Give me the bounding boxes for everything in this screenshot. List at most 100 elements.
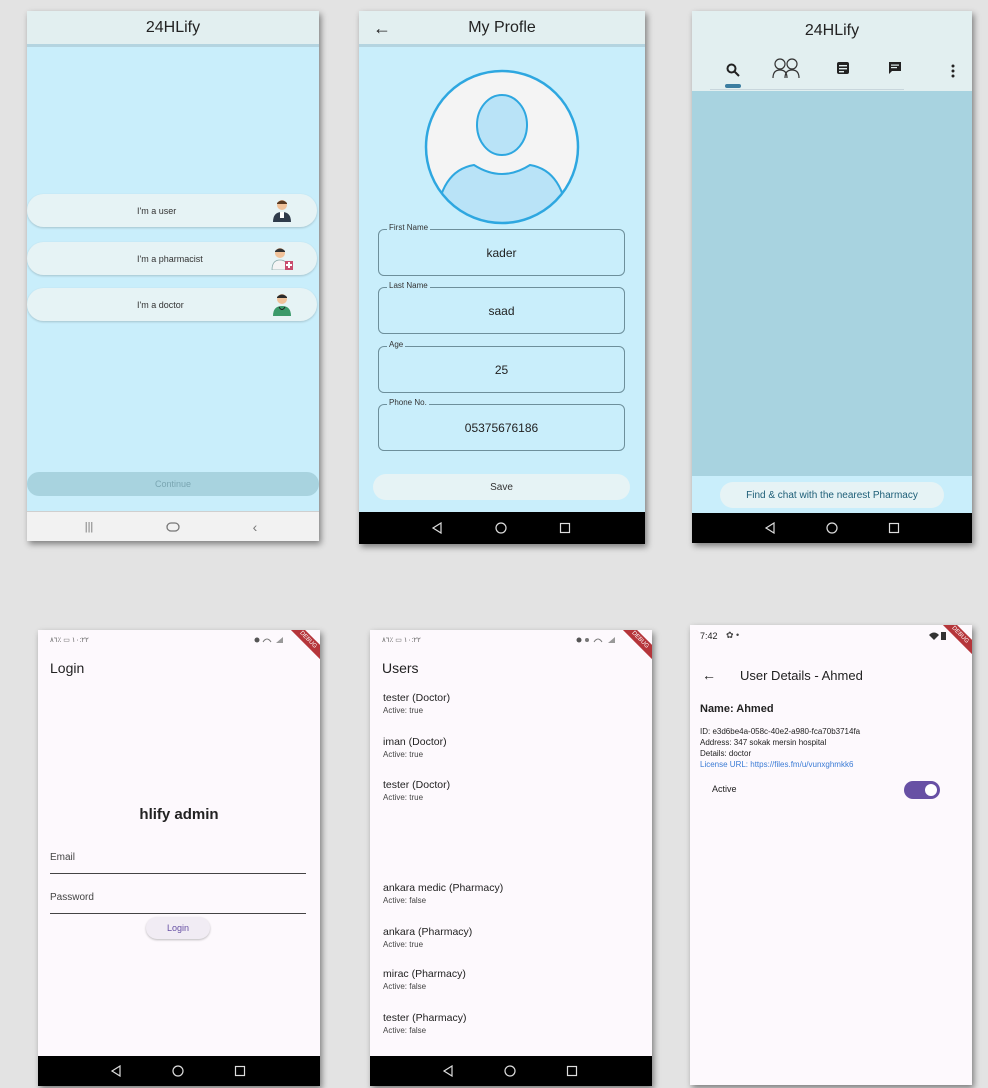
email-field[interactable]: Email — [50, 848, 306, 874]
role-button-pharmacist[interactable]: I'm a pharmacist — [27, 242, 317, 275]
user-name: tester (Doctor) — [383, 779, 451, 791]
profile-screen: ← My Profle First Name kader Last Name s… — [359, 11, 645, 544]
user-status: Active: true — [383, 706, 424, 715]
wifi-battery-icons — [929, 632, 946, 640]
field-value: kader — [486, 246, 517, 260]
field-label: First Name — [387, 223, 431, 232]
user-name: tester (Pharmacy) — [383, 1012, 467, 1024]
pharmacist-avatar-icon — [271, 248, 293, 270]
find-pharmacy-label: Find & chat with the nearest Pharmacy — [746, 489, 918, 501]
back-triangle-icon[interactable] — [764, 522, 776, 534]
user-status: Active: false — [383, 982, 427, 991]
field-value: 05375676186 — [464, 421, 539, 435]
status-time: ١٠:٢٢ ▭ ٪٨٦ — [382, 637, 421, 644]
app-bar: 24HLify — [692, 11, 972, 51]
field-label: Last Name — [387, 281, 430, 290]
user-name: mirac (Pharmacy) — [383, 968, 466, 980]
page-title: User Details - Ahmed — [740, 668, 863, 683]
field-label: Phone No. — [387, 398, 429, 407]
list-item[interactable]: iman (Doctor) Active: true — [383, 736, 447, 759]
role-label: I'm a pharmacist — [137, 253, 203, 264]
list-item[interactable]: mirac (Pharmacy) Active: false — [383, 968, 466, 991]
android-nav-bar — [370, 1056, 652, 1086]
back-triangle-icon[interactable] — [431, 522, 443, 534]
field-value: saad — [488, 304, 515, 318]
back-icon[interactable]: ‹ — [253, 519, 258, 535]
more-vert-icon[interactable] — [951, 64, 955, 78]
list-item[interactable]: ankara (Pharmacy) Active: true — [383, 926, 472, 949]
page-title: Users — [382, 660, 419, 676]
role-selection-screen: 24HLify I'm a user I'm a pharmacist I'm … — [27, 11, 319, 541]
doctors-icon[interactable] — [772, 57, 800, 79]
signal-wifi-icons — [254, 637, 283, 643]
field-value: 25 — [494, 363, 509, 377]
users-list-screen: ١٠:٢٢ ▭ ٪٨٦ DEBUG Users tester (Doctor) … — [370, 630, 652, 1086]
recents-square-icon[interactable] — [559, 522, 571, 534]
home-circle-icon[interactable] — [504, 1065, 516, 1077]
first-name-field[interactable]: First Name kader — [378, 223, 625, 276]
list-item[interactable]: tester (Doctor) Active: true — [383, 692, 450, 715]
continue-label: Continue — [154, 479, 192, 489]
debug-banner: DEBUG — [618, 630, 652, 662]
password-field[interactable]: Password — [50, 888, 306, 914]
search-icon[interactable] — [726, 63, 740, 77]
android-nav-bar — [359, 512, 645, 544]
back-triangle-icon[interactable] — [442, 1065, 454, 1077]
status-time: 7:42 — [700, 631, 718, 641]
user-status: Active: false — [383, 896, 427, 905]
recents-icon[interactable]: ||| — [85, 521, 94, 533]
tab-indicator — [725, 84, 741, 88]
role-button-user[interactable]: I'm a user — [27, 194, 317, 227]
status-bar: 7:42 ✿ • DEBUG — [690, 625, 972, 657]
home-icon[interactable] — [166, 521, 180, 532]
user-status: Active: true — [383, 940, 424, 949]
age-field[interactable]: Age 25 — [378, 340, 625, 393]
save-label: Save — [490, 481, 513, 493]
android-nav-bar — [692, 513, 972, 543]
chat-icon[interactable] — [888, 61, 902, 75]
user-details-screen: 7:42 ✿ • DEBUG ← User Details - Ahmed Na… — [690, 625, 972, 1085]
phone-field[interactable]: Phone No. 05375676186 — [378, 398, 625, 451]
notes-icon[interactable] — [836, 61, 850, 75]
back-arrow-icon[interactable]: ← — [702, 667, 716, 683]
debug-banner: DEBUG — [286, 630, 320, 662]
active-toggle[interactable] — [904, 781, 940, 799]
home-circle-icon[interactable] — [826, 522, 838, 534]
detail-address: Address: 347 sokak mersin hospital — [700, 738, 827, 747]
doctor-avatar-icon — [273, 294, 291, 316]
app-title: 24HLify — [145, 18, 201, 36]
detail-id: ID: e3d6be4a-058c-40e2-a980-fca70b3714fa — [700, 727, 861, 736]
recents-square-icon[interactable] — [234, 1065, 246, 1077]
recents-square-icon[interactable] — [888, 522, 900, 534]
back-triangle-icon[interactable] — [110, 1065, 122, 1077]
role-label: I'm a user — [137, 205, 177, 216]
profile-avatar-icon[interactable] — [422, 67, 582, 227]
continue-button[interactable]: Continue — [27, 472, 319, 496]
list-item[interactable]: tester (Doctor) Active: true — [383, 779, 450, 802]
active-label: Active — [712, 784, 737, 794]
role-button-doctor[interactable]: I'm a doctor — [27, 288, 317, 321]
home-circle-icon[interactable] — [172, 1065, 184, 1077]
user-name: iman (Doctor) — [383, 736, 447, 748]
last-name-field[interactable]: Last Name saad — [378, 281, 625, 334]
back-arrow-icon[interactable]: ← — [373, 18, 391, 39]
home-circle-icon[interactable] — [495, 522, 507, 534]
login-button[interactable]: Login — [146, 917, 210, 939]
tab-divider — [710, 89, 904, 90]
list-item[interactable]: tester (Pharmacy) Active: false — [383, 1012, 466, 1035]
license-link[interactable]: License URL: https://files.fm/u/vunxghmk… — [700, 760, 853, 769]
find-pharmacy-button[interactable]: Find & chat with the nearest Pharmacy — [720, 482, 944, 508]
tab-content-area — [692, 91, 972, 476]
save-button[interactable]: Save — [373, 474, 630, 500]
page-title: Login — [50, 660, 85, 676]
user-status: Active: false — [383, 1026, 427, 1035]
detail-details: Details: doctor — [700, 749, 752, 758]
recents-square-icon[interactable] — [566, 1065, 578, 1077]
role-label: I'm a doctor — [137, 299, 184, 310]
android-nav-bar — [38, 1056, 320, 1086]
status-bar: ١٠:٢٢ ▭ ٪٨٦ DEBUG — [370, 630, 652, 662]
status-bar: ١٠:٢٢ ▭ ٪٨٦ DEBUG — [38, 630, 320, 662]
signal-wifi-icons — [576, 637, 615, 643]
list-item[interactable]: ankara medic (Pharmacy) Active: false — [383, 882, 503, 905]
home-tabs-screen: 24HLify Find & chat with the nearest Pha… — [692, 11, 972, 543]
